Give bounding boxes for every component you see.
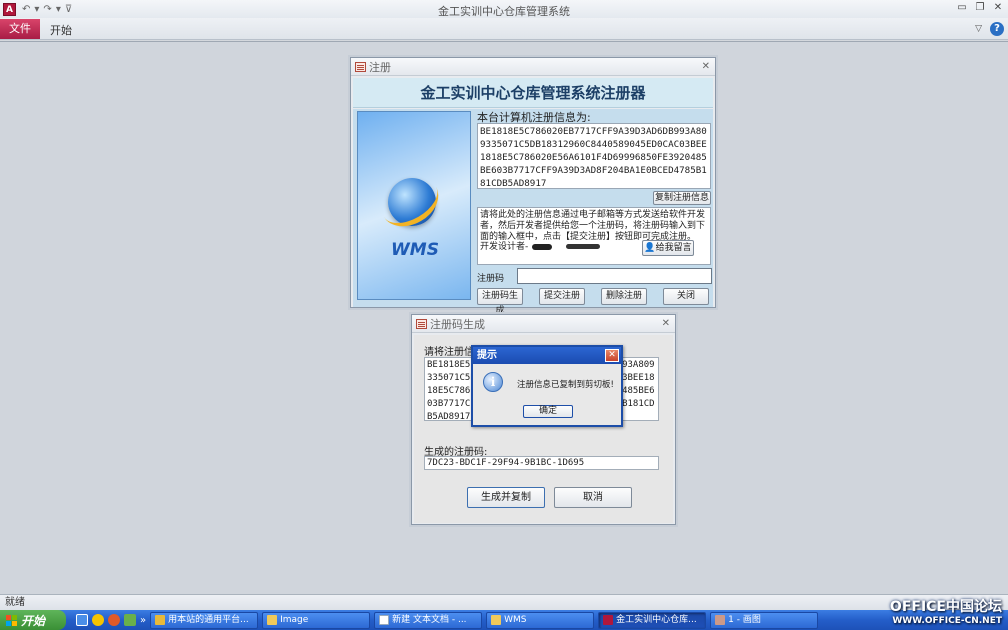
leave-message-button[interactable]: 👤给我留言 <box>642 240 694 256</box>
generator-window-titlebar[interactable]: 注册码生成 <box>412 315 675 333</box>
customize-qat-icon[interactable]: ⊽ <box>65 4 72 15</box>
paint-icon <box>715 615 726 625</box>
start-button[interactable]: 开始 <box>0 610 66 630</box>
register-header: 金工实训中心仓库管理系统注册器 <box>353 78 713 108</box>
title-bar: A ↶ ▾ ↷ ▾ ⊽ 金工实训中心仓库管理系统 ▭ ❐ ✕ <box>0 0 1008 18</box>
redacted-name <box>532 243 553 250</box>
ribbon-tabs: 文件 开始 ▽ ? <box>0 18 1008 40</box>
register-window-titlebar[interactable]: 注册 <box>351 58 715 76</box>
close-icon[interactable]: ✕ <box>662 318 670 329</box>
restore-icon[interactable]: ❐ <box>972 1 988 15</box>
logo-text: WMS <box>391 240 439 260</box>
close-icon[interactable]: ✕ <box>702 61 710 72</box>
access-icon <box>603 615 614 625</box>
register-code-label: 注册码 <box>477 274 505 284</box>
taskbar-item-label: 1 - 画图 <box>728 614 761 625</box>
start-label: 开始 <box>21 613 46 628</box>
info-icon: i <box>483 372 503 392</box>
access-app-icon[interactable]: A <box>3 2 16 16</box>
app-icon[interactable] <box>108 614 120 626</box>
leave-message-label: 给我留言 <box>655 243 692 253</box>
wms-logo: WMS <box>357 111 471 300</box>
generator-window-title: 注册码生成 <box>430 317 485 331</box>
quick-access-toolbar: ↶ ▾ ↷ ▾ ⊽ <box>22 4 72 15</box>
taskbar-item-label: 金工实训中心仓库... <box>616 614 697 625</box>
user-icon: 👤 <box>644 243 656 253</box>
taskbar-item[interactable]: 1 - 画图 <box>710 611 819 629</box>
ok-button[interactable]: 确定 <box>523 405 573 418</box>
taskbar-item[interactable]: 新建 文本文档 - ... <box>374 611 483 629</box>
generate-code-button[interactable]: 注册码生成 <box>477 288 523 316</box>
register-body: WMS 本台计算机注册信息为: BE1818E5C786020EB7717CFF… <box>353 109 713 316</box>
more-icon[interactable]: » <box>140 615 146 626</box>
app-icon[interactable] <box>124 614 136 626</box>
cancel-button[interactable]: 取消 <box>554 487 632 508</box>
status-bar: 就绪 <box>0 594 1008 610</box>
register-description: 请将此处的注册信息通过电子邮箱等方式发送给软件开发者，然后开发者提供给您一个注册… <box>477 207 711 265</box>
notepad-icon <box>379 615 390 625</box>
browser-icon[interactable] <box>92 614 104 626</box>
windows-logo-icon <box>6 614 17 626</box>
quick-launch: » <box>76 614 146 626</box>
help-icon[interactable]: ? <box>990 22 1004 36</box>
developer-line: 开发设计者- <box>480 242 601 253</box>
ribbon-collapse-icon[interactable]: ▽ <box>975 24 982 34</box>
ribbon-right-controls: ▽ ? <box>975 22 1004 36</box>
close-icon[interactable]: ✕ <box>605 349 619 362</box>
close-button[interactable]: 关闭 <box>663 288 709 305</box>
register-window: 注册 ✕ 金工实训中心仓库管理系统注册器 WMS 本台计算机注册信息为: BE1… <box>350 57 716 316</box>
machine-info-textbox[interactable]: BE1818E5C786020EB7717CFF9A39D3AD6DB993A8… <box>477 123 711 189</box>
tab-home[interactable]: 开始 <box>50 22 72 38</box>
taskbar-item[interactable]: 金工实训中心仓库... <box>598 611 707 629</box>
form-icon <box>355 61 366 72</box>
taskbar-item-label: Image <box>280 614 309 625</box>
folder-icon <box>491 615 502 625</box>
message-box-title[interactable]: 提示 <box>473 347 621 364</box>
register-code-input[interactable] <box>517 268 712 284</box>
message-box: 提示 ✕ i 注册信息已复制到剪切板! 确定 <box>471 345 623 427</box>
window-controls: ▭ ❐ ✕ <box>954 1 1006 15</box>
redo-icon[interactable]: ↷ <box>43 4 51 15</box>
minimize-icon[interactable]: ▭ <box>954 1 970 15</box>
generate-copy-button[interactable]: 生成并复制 <box>467 487 545 508</box>
redacted-contact <box>566 244 601 249</box>
folder-icon <box>267 615 278 625</box>
undo-icon[interactable]: ↶ <box>22 4 30 15</box>
message-text: 注册信息已复制到剪切板! <box>517 380 614 390</box>
developer-label: 开发设计者- <box>480 242 529 252</box>
taskbar-item[interactable]: Image <box>262 611 371 629</box>
taskbar-item-label: WMS <box>504 614 527 625</box>
description-text: 请将此处的注册信息通过电子邮箱等方式发送给软件开发者，然后开发者提供给您一个注册… <box>480 210 706 242</box>
taskbar-item[interactable]: WMS <box>486 611 595 629</box>
tab-file[interactable]: 文件 <box>0 19 40 39</box>
desktop-icon[interactable] <box>76 614 88 626</box>
submit-register-button[interactable]: 提交注册 <box>539 288 585 305</box>
dropdown-icon[interactable]: ▾ <box>34 4 39 15</box>
app-icon <box>155 615 166 625</box>
register-window-title: 注册 <box>369 60 391 74</box>
window-title: 金工实训中心仓库管理系统 <box>438 5 570 18</box>
copy-info-button[interactable]: 复制注册信息 <box>653 191 711 205</box>
dropdown-icon[interactable]: ▾ <box>56 4 61 15</box>
status-text: 就绪 <box>5 597 25 608</box>
taskbar: 开始 » 用本站的通用平台... Image 新建 文本文档 - ... WMS… <box>0 610 1008 630</box>
delete-register-button[interactable]: 删除注册 <box>601 288 647 305</box>
generated-code-field[interactable]: 7DC23-BDC1F-29F94-9B1BC-1D695 <box>424 456 659 470</box>
form-icon <box>416 318 427 329</box>
close-icon[interactable]: ✕ <box>990 1 1006 15</box>
taskbar-item-label: 用本站的通用平台... <box>168 614 249 625</box>
taskbar-item[interactable]: 用本站的通用平台... <box>150 611 259 629</box>
taskbar-item-label: 新建 文本文档 - ... <box>392 614 467 625</box>
